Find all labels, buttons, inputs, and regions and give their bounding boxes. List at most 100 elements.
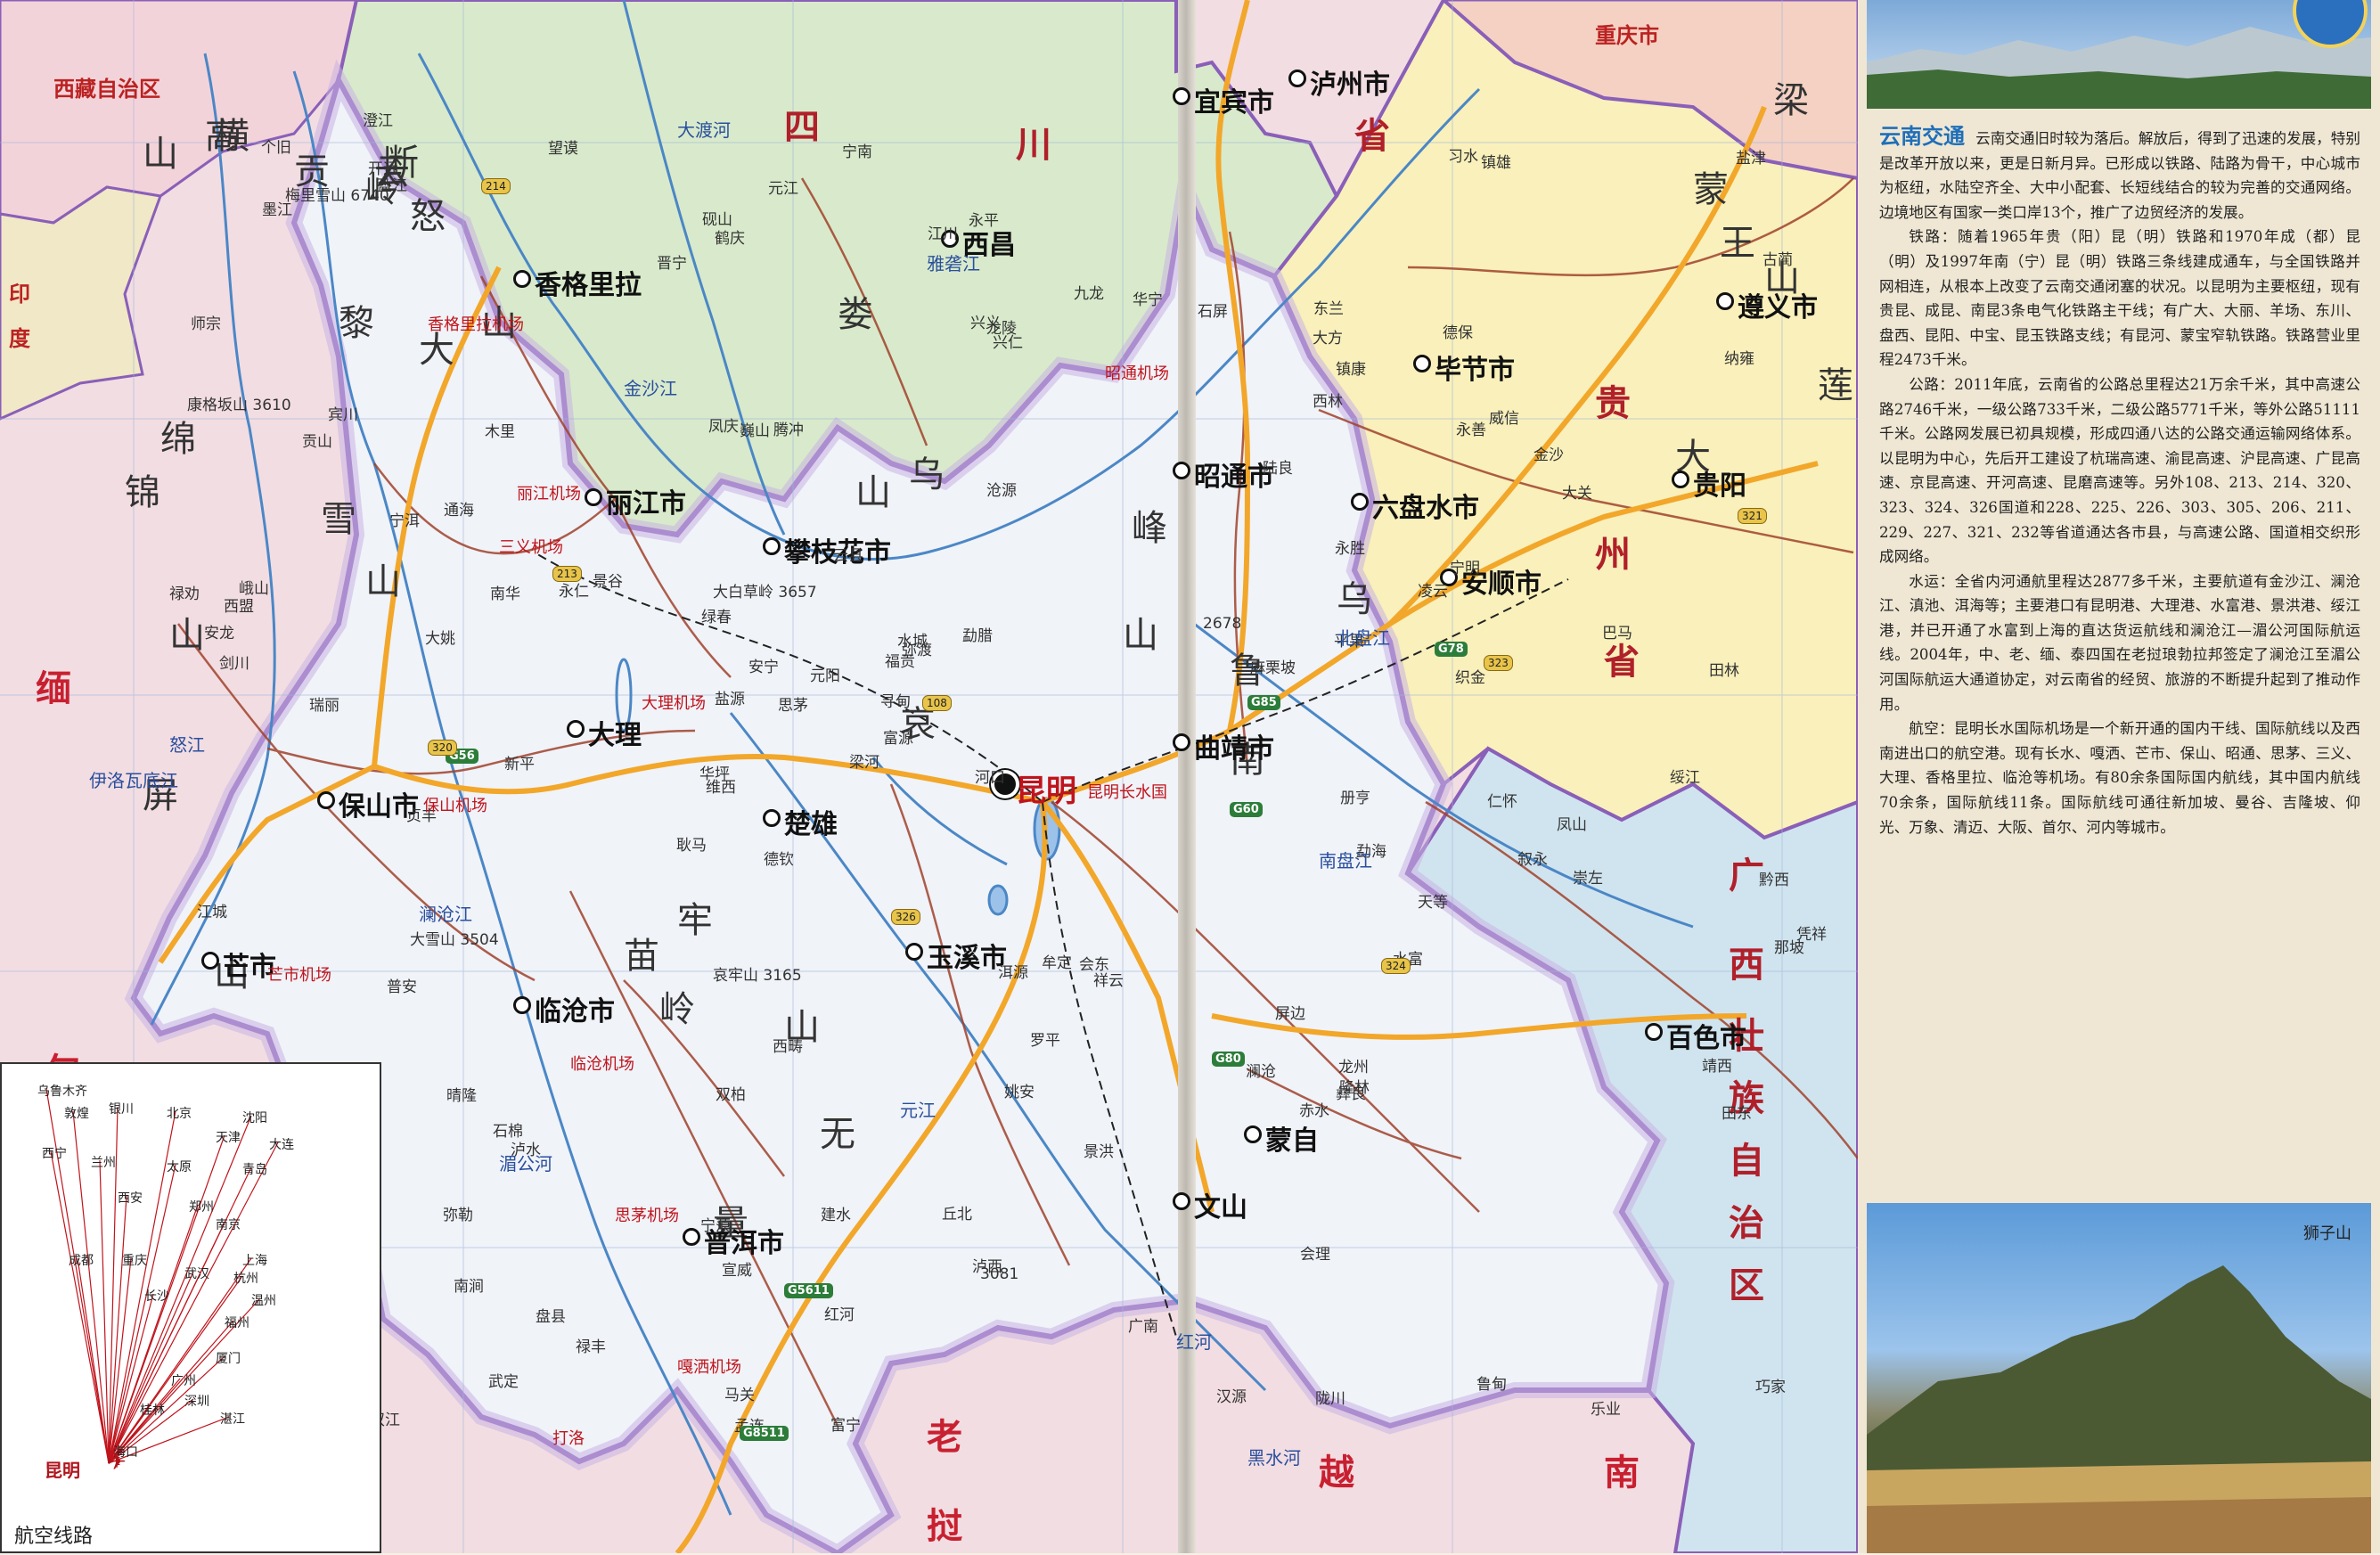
yunnan-map[interactable]: 西藏自治区 四 川 省 重庆市 贵 州 省 广 西 壮 族 自 治 区 缅 甸 … [0,0,1858,1553]
region-label-guangxi-7: 区 [1729,1265,1764,1306]
town-label: 洱源 [998,964,1028,982]
spot-height-label: 哀牢山 3165 [713,967,802,985]
city-marker [1413,355,1431,372]
city-label[interactable]: 百色市 [1666,1016,1746,1055]
airport-label: 保山机场 [423,797,487,815]
mountain-label: 山 [365,561,401,602]
mountain-label: 苗 [624,936,659,977]
city-label[interactable]: 香格里拉 [535,263,642,302]
mountain-label: 山 [143,134,178,175]
city-marker [1173,87,1190,105]
city-label[interactable]: 玉溪市 [927,936,1007,975]
route-shield: 323 [1484,655,1513,671]
city-label[interactable]: 贵阳 [1693,463,1746,503]
town-label: 龙州 [1338,1059,1369,1076]
inset-city-label: 杭州 [233,1272,258,1286]
inset-city-label: 成都 [69,1254,94,1268]
airport-label: 三义机场 [499,538,563,557]
article-road: 公路：2011年底，云南省的公路总里程达21万余千米，其中高速公路2746千米，… [1879,375,2360,566]
inset-city-label: 桂林 [140,1404,165,1418]
country-label-vietnam-1: 越 [1319,1453,1354,1494]
airport-label: 昆明长水国 [1087,783,1167,802]
sidebar-panel: 云南交通 云南交通旧时较为落后。解放后，得到了迅速的发展，特别是改革开放以来，更是… [1858,0,2380,1553]
town-label: 禄丰 [576,1338,606,1356]
inset-city-label: 福州 [225,1316,249,1330]
town-label: 富源 [883,730,913,748]
town-label: 汉源 [1216,1388,1247,1406]
inset-city-label: 郑州 [189,1200,214,1215]
town-label: 天等 [1418,894,1448,912]
town-label: 木里 [485,423,515,441]
town-label: 镇雄 [1481,154,1511,172]
town-label: 师宗 [191,315,221,333]
town-label: 宁南 [842,143,872,161]
town-label: 册亨 [1340,790,1370,807]
town-label: 安宁 [748,659,779,676]
region-label-tibet: 西藏自治区 [53,77,160,102]
town-label: 镇康 [1336,361,1366,379]
town-label: 晋宁 [657,255,687,273]
mountain-label: 娄 [838,294,873,335]
town-label: 会东 [1079,956,1109,974]
article-air: 航空：昆明长水国际机场是一个新开通的国内干线、国际航线以及西南进出口的航空港。现… [1879,720,2360,836]
river-label: 红河 [1176,1331,1212,1353]
capital-label[interactable]: 昆明 [1016,766,1076,810]
city-marker [1716,292,1734,310]
city-label[interactable]: 泸州市 [1310,62,1390,102]
mountain-silhouette [1867,0,2371,109]
airport-label: 丽江机场 [517,485,581,503]
city-label[interactable]: 文山 [1194,1185,1247,1224]
city-marker [905,943,923,961]
spot-height-label: 大雪山 3504 [410,931,499,949]
town-label: 牟定 [1042,954,1072,972]
town-label: 崇左 [1573,870,1603,888]
airport-label: 昭通机场 [1105,364,1169,383]
town-label: 东兰 [1313,300,1344,318]
mountain-label: 锦 [125,472,160,513]
inset-city-label: 武汉 [184,1267,209,1281]
town-label: 大方 [1313,330,1343,348]
airport-label: 思茅机场 [615,1207,679,1225]
city-label[interactable]: 遵义市 [1738,285,1818,324]
city-marker [201,952,219,970]
town-label: 永善 [1456,421,1486,439]
city-label[interactable]: 曲靖市 [1194,726,1274,765]
river-label: 北盘江 [1337,627,1390,649]
inset-city-label: 南京 [216,1218,241,1232]
town-label: 开远 [368,160,398,178]
spot-height-label: 3081 [980,1265,1019,1283]
town-label: 叙永 [1517,851,1548,869]
town-label: 绥江 [1670,769,1700,787]
city-label[interactable]: 六盘水市 [1372,486,1479,525]
traffic-article: 云南交通 云南交通旧时较为落后。解放后，得到了迅速的发展，特别是改革开放以来，更是… [1879,124,2360,839]
town-label: 新平 [504,756,535,773]
inset-city-label: 西安 [118,1191,143,1206]
town-label: 德保 [1443,324,1473,342]
town-label: 富宁 [830,1417,861,1435]
town-label: 陆良 [1263,460,1293,478]
town-label: 陇川 [1315,1390,1345,1408]
town-label: 禄劝 [169,585,200,603]
city-label[interactable]: 临沧市 [535,989,615,1028]
town-label: 安龙 [204,625,234,642]
city-label[interactable]: 毕节市 [1435,348,1515,387]
city-label[interactable]: 蒙自 [1265,1118,1319,1158]
city-label[interactable]: 宜宾市 [1194,80,1274,119]
spot-height-label: 大白草岭 3657 [713,584,817,602]
town-label: 绿春 [701,609,732,626]
city-marker [763,809,781,827]
inset-city-label: 上海 [242,1254,267,1268]
city-label[interactable]: 楚雄 [784,802,838,841]
mountain-label: 山 [169,615,205,656]
airline-route [50,1150,110,1464]
town-label: 宁蒗 [700,1217,731,1235]
inset-city-label: 天津 [216,1131,241,1145]
town-label: 马关 [724,1387,755,1404]
city-label[interactable]: 丽江市 [606,481,686,520]
town-label: 华宁 [1133,291,1163,309]
city-label[interactable]: 大理 [588,713,642,752]
highway-shield: G8511 [740,1426,789,1441]
inset-city-label: 兰州 [91,1156,116,1170]
river-label: 伊洛瓦底江 [89,770,178,791]
town-label: 屏边 [1275,1005,1305,1023]
